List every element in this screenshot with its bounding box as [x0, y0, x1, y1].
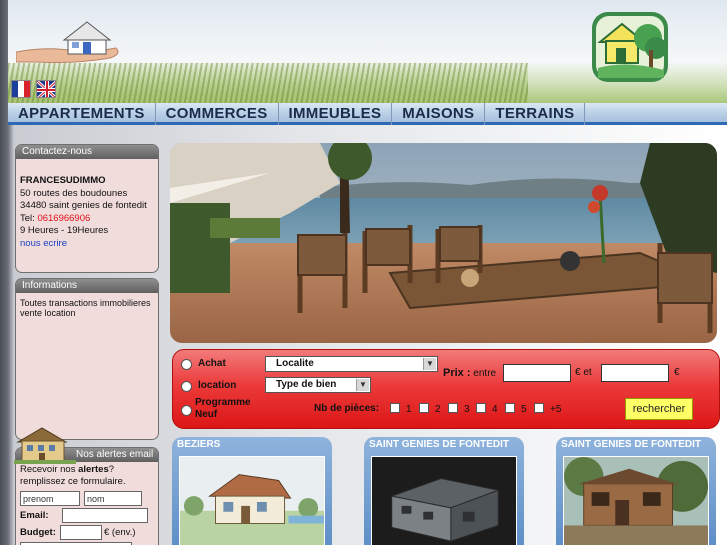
- budget-input[interactable]: [60, 525, 102, 540]
- nom-input[interactable]: [84, 491, 142, 506]
- pieces-4-label: 4: [492, 404, 498, 415]
- pieces-5-checkbox[interactable]: [505, 403, 515, 413]
- email-input[interactable]: [62, 508, 148, 523]
- house-thumbnail-icon: [14, 427, 76, 464]
- nav-immeubles[interactable]: IMMEUBLES: [279, 103, 393, 125]
- french-flag-icon[interactable]: [11, 80, 31, 98]
- contact-box: Contactez-nous FRANCESUDIMMO 50 routes d…: [15, 144, 159, 273]
- location-radio[interactable]: [181, 381, 192, 392]
- achat-radio[interactable]: [181, 359, 192, 370]
- pieces-2-checkbox[interactable]: [419, 403, 429, 413]
- contact-link[interactable]: nous ecrire: [20, 238, 154, 251]
- nav-maisons[interactable]: MAISONS: [392, 103, 486, 125]
- listing-card[interactable]: BEZIERS: [172, 437, 332, 545]
- nav-commerces[interactable]: COMMERCES: [156, 103, 279, 125]
- prix-label: Prix :: [443, 367, 471, 379]
- alerts-intro-a: Recevoir nos: [20, 464, 79, 475]
- infos-box: Informations Toutes transactions immobil…: [15, 278, 159, 440]
- budget-label: Budget:: [20, 526, 56, 538]
- pieces-1-checkbox[interactable]: [390, 403, 400, 413]
- terrace-sea-view-photo: [170, 143, 717, 343]
- prix-entre: entre: [473, 368, 497, 379]
- listing-city: BEZIERS: [177, 439, 221, 450]
- localite-select[interactable]: Localite ▼: [265, 356, 438, 372]
- type-bien-select[interactable]: Type de bien ▼: [265, 377, 371, 393]
- contact-title: Contactez-nous: [16, 145, 158, 159]
- listing-card[interactable]: SAINT GENIES DE FONTEDIT: [364, 437, 524, 545]
- pieces-1-label: 1: [406, 404, 412, 415]
- listing-city: SAINT GENIES DE FONTEDIT: [561, 439, 702, 450]
- programme-neuf-label: Programme Neuf: [195, 397, 251, 420]
- location-label: location: [198, 380, 237, 391]
- listing-card[interactable]: SAINT GENIES DE FONTEDIT: [556, 437, 716, 545]
- phone-label: Tel:: [20, 212, 38, 224]
- pieces-3-label: 3: [464, 404, 470, 415]
- pieces-2-label: 2: [435, 404, 441, 415]
- pieces-3-checkbox[interactable]: [448, 403, 458, 413]
- prix-max-input[interactable]: [601, 364, 669, 382]
- phone-number[interactable]: 0616966906: [37, 213, 90, 224]
- page: APPARTEMENTS COMMERCES IMMEUBLES MAISONS…: [0, 0, 727, 545]
- listing-city: SAINT GENIES DE FONTEDIT: [369, 439, 510, 450]
- opening-hours: 9 Heures - 19Heures: [20, 225, 109, 236]
- pieces-plus5-label: +5: [550, 404, 562, 415]
- company-name: FRANCESUDIMMO: [20, 175, 106, 186]
- hand-house-image: [16, 21, 119, 63]
- address-line-1: 50 routes des boudounes: [20, 187, 128, 199]
- chevron-down-icon: ▼: [423, 358, 436, 370]
- prix-euro: €: [674, 367, 680, 378]
- uk-flag-icon[interactable]: [36, 80, 56, 98]
- prenom-input[interactable]: [20, 491, 80, 506]
- infos-text: Toutes transactions immobilieres vente l…: [20, 298, 151, 318]
- infos-title: Informations: [16, 279, 158, 293]
- main-nav: APPARTEMENTS COMMERCES IMMEUBLES MAISONS…: [8, 103, 727, 125]
- nav-appartements[interactable]: APPARTEMENTS: [8, 103, 156, 125]
- pieces-5-label: 5: [521, 404, 527, 415]
- site-header: [8, 0, 727, 103]
- house-logo-icon: [592, 12, 668, 82]
- pieces-plus5-checkbox[interactable]: [534, 403, 544, 413]
- nav-terrains[interactable]: TERRAINS: [485, 103, 586, 125]
- email-label: Email:: [20, 509, 49, 521]
- search-panel: Achat location Programme Neuf Localite ▼…: [172, 349, 720, 429]
- listing-photo-fontedit-1: [371, 456, 517, 545]
- listing-photo-fontedit-2: [563, 456, 709, 545]
- alerts-instruction: remplissez ce formulaire.: [20, 476, 126, 487]
- grass-banner: [8, 63, 528, 103]
- pieces-4-checkbox[interactable]: [476, 403, 486, 413]
- alerts-intro-b: alertes: [78, 464, 109, 475]
- phone-line: Tel: 0616966906: [20, 213, 154, 226]
- alerts-intro: Recevoir nos alertes?: [20, 464, 154, 476]
- alerts-intro-c: ?: [108, 464, 115, 475]
- prix-et: € et: [575, 367, 592, 378]
- programme-neuf-radio[interactable]: [181, 405, 192, 416]
- nb-pieces-label: Nb de pièces:: [314, 403, 380, 414]
- search-button[interactable]: rechercher: [625, 398, 693, 420]
- listing-photo-beziers: [179, 456, 325, 545]
- chevron-down-icon: ▼: [356, 379, 369, 391]
- prix-min-input[interactable]: [503, 364, 571, 382]
- prix-line: Prix : entre: [443, 367, 496, 379]
- achat-label: Achat: [198, 358, 226, 369]
- budget-unit: € (env.): [104, 526, 136, 538]
- localite-value: Localite: [276, 358, 314, 369]
- type-bien-value: Type de bien: [276, 379, 337, 390]
- address-line-2: 34480 saint genies de fontedit: [20, 200, 147, 211]
